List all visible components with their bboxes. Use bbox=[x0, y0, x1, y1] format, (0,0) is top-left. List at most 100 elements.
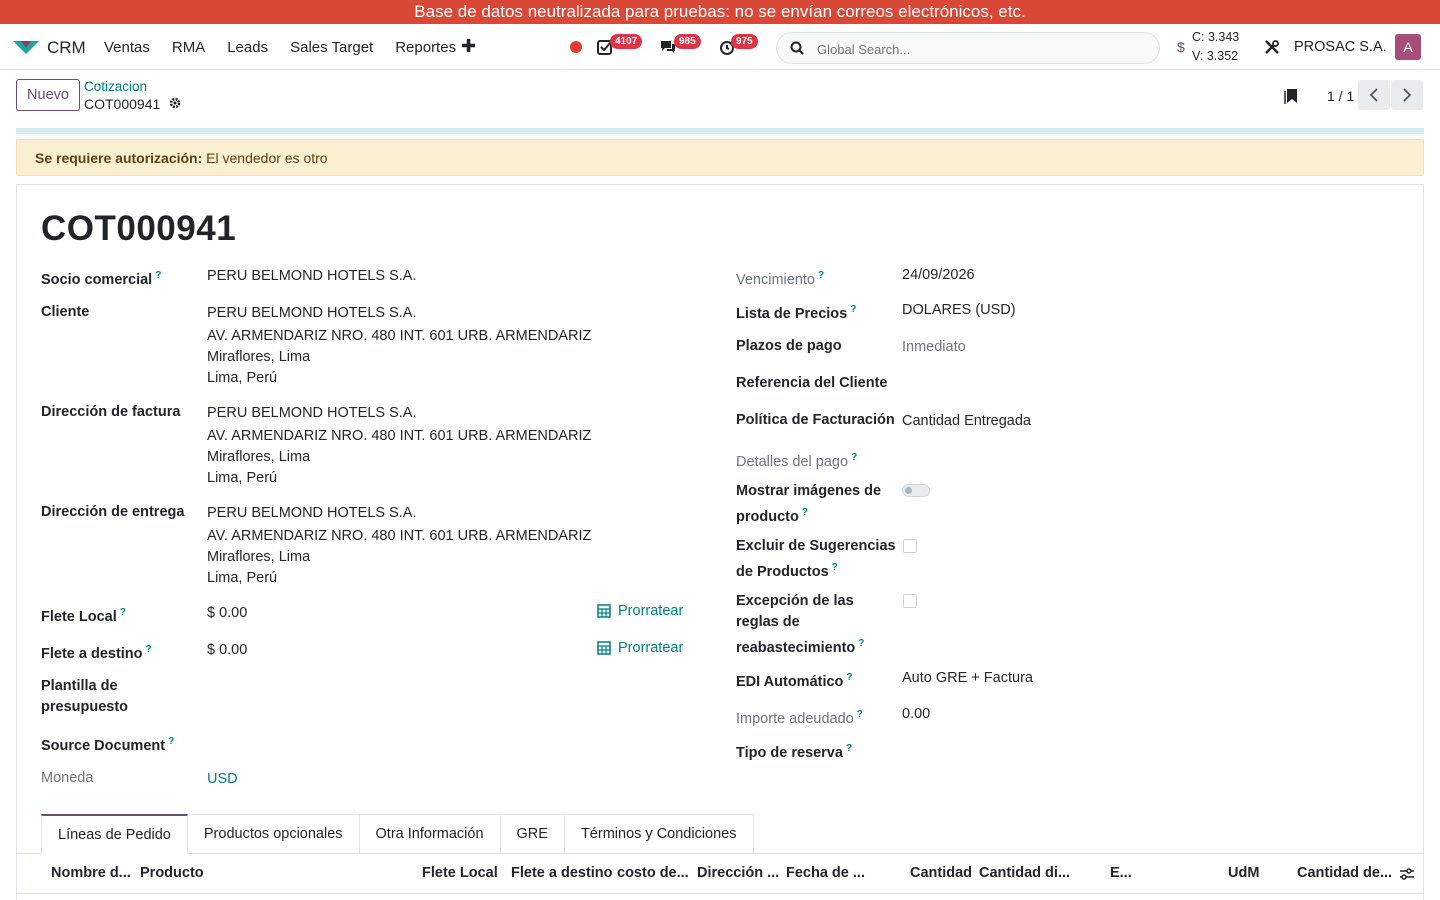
gear-icon[interactable] bbox=[169, 97, 181, 109]
tab-lineas-pedido[interactable]: Líneas de Pedido bbox=[41, 814, 188, 854]
column-header[interactable]: Dirección ... bbox=[697, 865, 779, 881]
vencimiento-value[interactable]: 24/09/2026 bbox=[902, 265, 975, 286]
column-settings-icon[interactable] bbox=[1399, 867, 1415, 881]
bookmark-icon[interactable] bbox=[1284, 88, 1298, 105]
menu-leads[interactable]: Leads bbox=[227, 39, 268, 56]
tab-otra-informacion[interactable]: Otra Información bbox=[359, 814, 501, 854]
column-header[interactable]: Flete Local bbox=[422, 865, 498, 881]
mostrar-imagenes-label-line-1: Mostrar imágenes de bbox=[736, 483, 882, 499]
entrega-line-2: AV. ARMENDARIZ NRO. 480 INT. 601 URB. AR… bbox=[207, 528, 592, 544]
plazos-value[interactable]: Inmediato bbox=[902, 337, 966, 358]
tipo-reserva-label: Tipo de reserva? bbox=[736, 743, 853, 761]
prorratear-destino-button[interactable]: Prorratear bbox=[597, 640, 683, 656]
rate-venta: V: 3.352 bbox=[1192, 49, 1239, 63]
cliente-line-4: Lima, Perú bbox=[207, 370, 278, 386]
help-icon[interactable]: ? bbox=[120, 607, 126, 618]
column-header[interactable]: Cantidad di... bbox=[979, 865, 1070, 881]
control-panel: Nuevo Cotizacion COT000941 1 / 1 bbox=[0, 70, 1440, 130]
tab-terminos[interactable]: Términos y Condiciones bbox=[564, 814, 754, 854]
mostrar-imagenes-toggle[interactable] bbox=[902, 484, 930, 497]
app-name[interactable]: CRM bbox=[47, 38, 86, 58]
excluir-sugerencias-checkbox[interactable] bbox=[903, 539, 917, 553]
company-switcher[interactable]: PROSAC S.A. bbox=[1294, 39, 1387, 55]
cliente-line-1[interactable]: PERU BELMOND HOTELS S.A. bbox=[207, 303, 417, 324]
referencia-label: Referencia del Cliente bbox=[736, 375, 888, 391]
help-icon[interactable]: ? bbox=[851, 452, 857, 463]
excepcion-label-line-2: reglas de bbox=[736, 614, 800, 630]
column-header[interactable]: Fecha de ... bbox=[786, 865, 865, 881]
column-header[interactable]: UdM bbox=[1228, 865, 1259, 881]
help-icon[interactable]: ? bbox=[858, 638, 864, 649]
help-icon[interactable]: ? bbox=[168, 736, 174, 747]
entrega-line-1[interactable]: PERU BELMOND HOTELS S.A. bbox=[207, 503, 417, 524]
column-header[interactable]: E... bbox=[1110, 865, 1132, 881]
global-search bbox=[776, 32, 1160, 64]
help-icon[interactable]: ? bbox=[850, 304, 856, 315]
tools-icon[interactable] bbox=[1264, 39, 1280, 55]
menu-reportes[interactable]: Reportes bbox=[395, 39, 456, 56]
moneda-value[interactable]: USD bbox=[207, 769, 238, 790]
help-icon[interactable]: ? bbox=[155, 270, 161, 281]
flete-local-label: Flete Local? bbox=[41, 607, 126, 625]
factura-line-1[interactable]: PERU BELMOND HOTELS S.A. bbox=[207, 403, 417, 424]
excepcion-reglas-checkbox[interactable] bbox=[903, 594, 917, 608]
cliente-label: Cliente bbox=[41, 304, 90, 320]
socio-value[interactable]: PERU BELMOND HOTELS S.A. bbox=[207, 266, 417, 287]
factura-label: Dirección de factura bbox=[41, 404, 181, 420]
help-icon[interactable]: ? bbox=[818, 270, 824, 281]
factura-line-4: Lima, Perú bbox=[207, 470, 278, 486]
help-icon[interactable]: ? bbox=[146, 644, 152, 655]
help-icon[interactable]: ? bbox=[857, 709, 863, 720]
exchange-rates: C: 3.343 V: 3.352 bbox=[1192, 28, 1239, 66]
help-icon[interactable]: ? bbox=[802, 507, 808, 518]
help-icon[interactable]: ? bbox=[832, 562, 838, 573]
pager-previous-button[interactable] bbox=[1358, 80, 1390, 110]
column-header[interactable]: Producto bbox=[140, 865, 204, 881]
top-navbar: CRM Ventas RMA Leads Sales Target Report… bbox=[0, 24, 1440, 70]
calculator-icon bbox=[597, 641, 611, 655]
entrega-line-4: Lima, Perú bbox=[207, 570, 278, 586]
plus-icon[interactable]: ✚ bbox=[461, 36, 476, 57]
info-strip bbox=[16, 128, 1424, 134]
new-button[interactable]: Nuevo bbox=[16, 79, 80, 111]
global-search-input[interactable] bbox=[817, 39, 1147, 59]
prorratear-local-button[interactable]: Prorratear bbox=[597, 603, 683, 619]
factura-line-3: Miraflores, Lima bbox=[207, 449, 311, 465]
user-avatar[interactable]: A bbox=[1395, 34, 1421, 60]
menu-ventas[interactable]: Ventas bbox=[104, 39, 150, 56]
column-header[interactable]: Cantidad de... bbox=[1297, 865, 1392, 881]
flete-destino-value[interactable]: $ 0.00 bbox=[207, 640, 247, 661]
column-header[interactable]: Nombre d... bbox=[51, 865, 131, 881]
tab-productos-opcionales[interactable]: Productos opcionales bbox=[187, 814, 360, 854]
lista-precios-value[interactable]: DOLARES (USD) bbox=[902, 300, 1016, 321]
pager-next-button[interactable] bbox=[1391, 80, 1423, 110]
alert-message: El vendedor es otro bbox=[206, 150, 328, 166]
edi-value[interactable]: Auto GRE + Factura bbox=[902, 668, 1033, 689]
prorratear-label: Prorratear bbox=[618, 640, 684, 656]
importe-adeudado-value: 0.00 bbox=[902, 706, 931, 722]
help-icon[interactable]: ? bbox=[846, 672, 852, 683]
entrega-line-3: Miraflores, Lima bbox=[207, 549, 311, 565]
menu-rma[interactable]: RMA bbox=[172, 39, 205, 56]
tab-gre[interactable]: GRE bbox=[500, 814, 565, 854]
politica-value[interactable]: Cantidad Entregada bbox=[902, 411, 1031, 432]
excluir-label-line-2: de Productos? bbox=[736, 562, 838, 580]
entrega-label: Dirección de entrega bbox=[41, 504, 185, 520]
crm-logo-icon[interactable] bbox=[12, 37, 40, 57]
plantilla-label-line-2: presupuesto bbox=[41, 699, 129, 715]
help-icon[interactable]: ? bbox=[846, 743, 852, 754]
menu-sales-target[interactable]: Sales Target bbox=[290, 39, 373, 56]
lista-precios-label: Lista de Precios? bbox=[736, 304, 857, 322]
rate-compra: C: 3.343 bbox=[1192, 30, 1240, 44]
timers-badge: 975 bbox=[731, 34, 758, 49]
column-header[interactable]: Flete a destino bbox=[511, 865, 613, 881]
source-label: Source Document? bbox=[41, 736, 175, 754]
flete-local-value[interactable]: $ 0.00 bbox=[207, 603, 247, 624]
authorization-alert: Se requiere autorización: El vendedor es… bbox=[16, 139, 1424, 176]
detalles-pago-label: Detalles del pago? bbox=[736, 452, 858, 470]
column-header[interactable]: costo de... bbox=[617, 865, 689, 881]
pager-value[interactable]: 1 / 1 bbox=[1327, 88, 1354, 104]
record-dot-icon[interactable] bbox=[570, 41, 582, 53]
column-header[interactable]: Cantidad bbox=[910, 865, 972, 881]
breadcrumb-parent[interactable]: Cotizacion bbox=[84, 79, 147, 94]
